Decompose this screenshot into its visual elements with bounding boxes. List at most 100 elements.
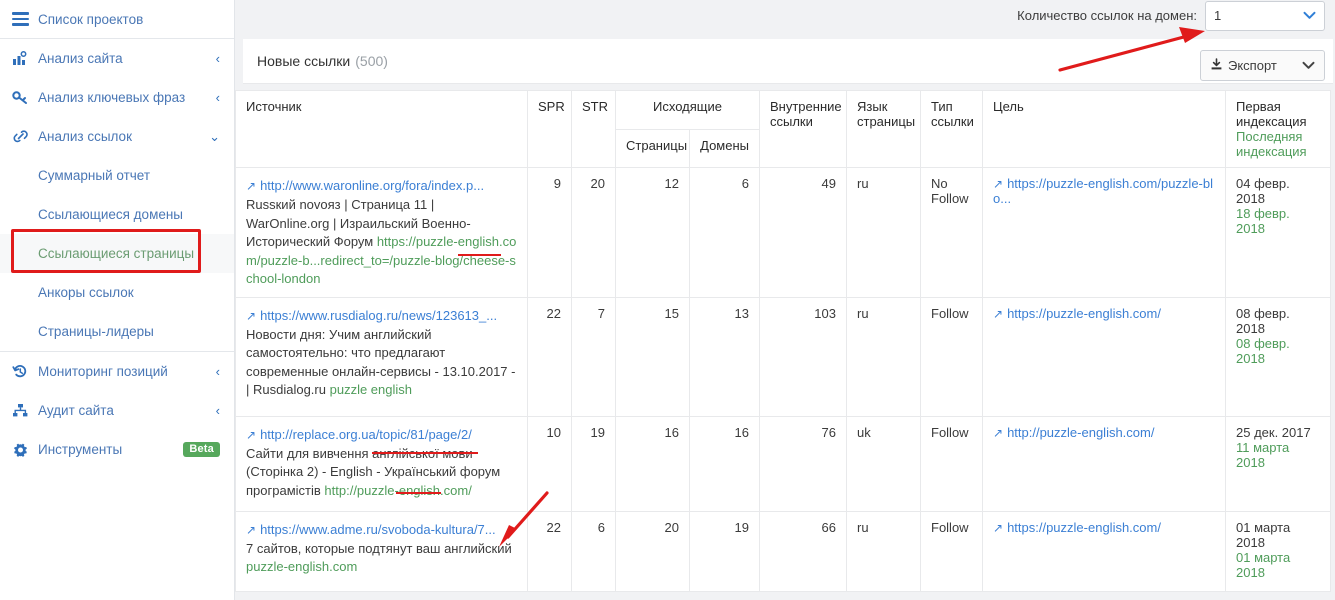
first-indexation-date: 25 дек. 2017 [1236, 424, 1311, 440]
column-header-spr[interactable]: SPR [527, 90, 572, 168]
source-url-link[interactable]: https://www.adme.ru/svoboda-kultura/7... [260, 522, 496, 537]
external-link-icon: ↗ [246, 427, 257, 442]
column-header-internal-links[interactable]: Внутренние ссылки [759, 90, 847, 168]
column-header-source[interactable]: Источник [235, 90, 528, 168]
sidebar-item-keyword-analysis[interactable]: Анализ ключевых фраз ‹ [0, 78, 234, 117]
cell-indexation: 25 дек. 2017 11 марта 2018 [1225, 415, 1331, 512]
column-header-outgoing-domains[interactable]: Домены [689, 128, 760, 168]
sidebar-item-keyword-analysis-label: Анализ ключевых фраз [38, 90, 186, 105]
cell-source: ↗ https://www.rusdialog.ru/news/123613_..… [235, 296, 528, 417]
cell-target: ↗ https://puzzle-english.com/ [982, 510, 1226, 592]
app-root: Список проектов Анализ сайта ‹ Анализ кл… [0, 0, 1335, 600]
target-url-link[interactable]: https://puzzle-english.com/ [1007, 520, 1161, 535]
sidebar-subitem-link-anchors-label: Анкоры ссылок [38, 285, 134, 300]
first-indexation-date: 04 февр. 2018 [1236, 176, 1290, 206]
source-url-link[interactable]: http://replace.org.ua/topic/81/page/2/ [260, 427, 472, 442]
last-indexation-date: 18 февр. 2018 [1236, 206, 1290, 236]
external-link-icon: ↗ [246, 522, 257, 537]
source-description: 7 сайтов, которые подтянут ваш английски… [246, 540, 512, 556]
sidebar-item-position-monitoring-label: Мониторинг позиций [38, 364, 168, 379]
source-url-link[interactable]: http://www.waronline.org/fora/index.p... [260, 178, 484, 193]
cell-link-type: Follow [920, 510, 983, 592]
cell-target: ↗ http://puzzle-english.com/ [982, 415, 1226, 512]
cell-spr: 22 [527, 296, 572, 417]
column-header-str[interactable]: STR [571, 90, 616, 168]
sidebar-subitem-link-anchors[interactable]: Анкоры ссылок [0, 273, 234, 312]
column-header-last-indexation: Последняя индексация [1236, 129, 1307, 159]
cell-spr: 10 [527, 415, 572, 512]
column-header-outgoing-pages[interactable]: Страницы [615, 128, 690, 168]
cell-page-language: ru [846, 510, 921, 592]
sidebar-item-site-analysis[interactable]: Анализ сайта ‹ [0, 39, 234, 78]
table-row: ↗ https://www.rusdialog.ru/news/123613_..… [235, 296, 1331, 417]
cell-indexation: 04 февр. 2018 18 февр. 2018 [1225, 167, 1331, 298]
cell-link-type: Follow [920, 415, 983, 512]
sidebar-subitem-referring-pages-label: Ссылающиеся страницы [38, 246, 195, 261]
cell-target: ↗ https://puzzle-english.com/puzzle-blo..… [982, 167, 1226, 298]
chevron-down-icon [1303, 10, 1316, 22]
sidebar-subitem-leader-pages[interactable]: Страницы-лидеры [0, 312, 234, 351]
cell-internal-links: 66 [759, 510, 847, 592]
source-extra-url: puzzle english [329, 382, 412, 397]
main-content: Количество ссылок на домен: 1 Новые ссыл… [235, 0, 1335, 600]
cell-target: ↗ https://puzzle-english.com/ [982, 296, 1226, 417]
links-per-domain-value: 1 [1214, 8, 1222, 23]
sidebar-subitem-summary-report-label: Суммарный отчет [38, 168, 151, 183]
links-per-domain-select[interactable]: 1 [1205, 0, 1325, 31]
sidebar-project-list-label: Список проектов [38, 11, 144, 27]
last-indexation-date: 08 февр. 2018 [1236, 335, 1290, 366]
panel-title-row: Новые ссылки (500) [243, 39, 1333, 84]
cell-outgoing-domains: 6 [689, 167, 760, 298]
last-indexation-date: 01 марта 2018 [1236, 549, 1291, 580]
target-url-link[interactable]: https://puzzle-english.com/ [1007, 306, 1161, 321]
sidebar-item-position-monitoring[interactable]: Мониторинг позиций ‹ [0, 352, 234, 391]
panel-title: Новые ссылки [257, 53, 351, 69]
sidebar-subitem-referring-domains[interactable]: Ссылающиеся домены [0, 195, 234, 234]
chevron-left-icon[interactable]: ‹ [216, 404, 220, 417]
source-url-link[interactable]: https://www.rusdialog.ru/news/123613_... [260, 308, 497, 323]
column-header-target[interactable]: Цель [982, 90, 1226, 168]
cell-internal-links: 49 [759, 167, 847, 298]
sidebar-item-site-audit[interactable]: Аудит сайта ‹ [0, 391, 234, 430]
first-indexation-date: 08 февр. 2018 [1236, 305, 1290, 336]
sidebar-subitem-summary-report[interactable]: Суммарный отчет [0, 156, 234, 195]
cell-page-language: ru [846, 296, 921, 417]
cell-str: 20 [571, 167, 616, 298]
first-indexation-date: 01 марта 2018 [1236, 519, 1291, 550]
chevron-down-icon[interactable]: ⌄ [209, 130, 220, 143]
column-header-outgoing[interactable]: Исходящие [615, 90, 760, 130]
cell-source: ↗ https://www.adme.ru/svoboda-kultura/7..… [235, 510, 528, 592]
column-header-indexation[interactable]: Первая индексация Последняя индексация [1225, 90, 1331, 168]
target-url-link[interactable]: http://puzzle-english.com/ [1007, 425, 1154, 440]
panel-count: (500) [355, 53, 388, 69]
chevron-left-icon[interactable]: ‹ [216, 52, 220, 65]
sidebar-item-tools[interactable]: Инструменты Beta [0, 430, 234, 469]
table-row: ↗ http://replace.org.ua/topic/81/page/2/ … [235, 415, 1331, 512]
sidebar-project-list[interactable]: Список проектов [0, 0, 234, 39]
sitemap-icon [12, 403, 38, 418]
cell-spr: 9 [527, 167, 572, 298]
cell-str: 7 [571, 296, 616, 417]
target-url-link[interactable]: https://puzzle-english.com/puzzle-blo... [993, 176, 1213, 206]
sidebar-item-link-analysis[interactable]: Анализ ссылок ⌄ [0, 117, 234, 156]
history-icon [12, 364, 38, 379]
external-link-icon: ↗ [993, 306, 1004, 321]
cell-str: 19 [571, 415, 616, 512]
link-icon [12, 129, 38, 144]
chevron-left-icon[interactable]: ‹ [216, 365, 220, 378]
hamburger-icon [12, 12, 38, 26]
sidebar-item-site-audit-label: Аудит сайта [38, 403, 114, 418]
table-body: ↗ http://www.waronline.org/fora/index.p..… [235, 167, 1331, 592]
column-header-page-language[interactable]: Язык страницы [846, 90, 921, 168]
sidebar-item-tools-label: Инструменты [38, 442, 123, 457]
cell-outgoing-domains: 19 [689, 510, 760, 592]
column-header-link-type[interactable]: Тип ссылки [920, 90, 983, 168]
last-indexation-date: 11 марта 2018 [1236, 439, 1290, 470]
sidebar: Список проектов Анализ сайта ‹ Анализ кл… [0, 0, 235, 600]
chevron-left-icon[interactable]: ‹ [216, 91, 220, 104]
export-button[interactable]: Экспорт [1200, 50, 1325, 81]
source-extra-url: http://puzzle-english.com/ [324, 482, 472, 498]
table-row: ↗ http://www.waronline.org/fora/index.p..… [235, 167, 1331, 298]
sidebar-subitem-referring-pages[interactable]: Ссылающиеся страницы [0, 234, 234, 273]
download-icon [1210, 57, 1223, 74]
